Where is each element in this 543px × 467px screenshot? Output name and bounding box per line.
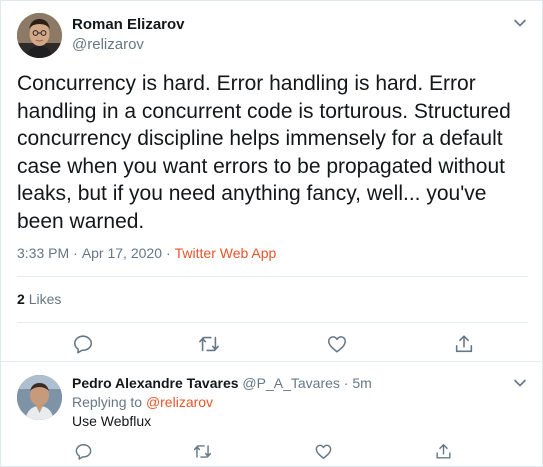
likes-label: Likes bbox=[28, 291, 62, 307]
author-name[interactable]: Roman Elizarov bbox=[72, 16, 185, 33]
replying-prefix: Replying to bbox=[72, 394, 143, 410]
share-icon[interactable] bbox=[450, 330, 478, 358]
author-handle[interactable]: @relizarov bbox=[72, 36, 144, 53]
divider bbox=[17, 322, 528, 323]
reply-separator: · bbox=[343, 375, 349, 391]
tweet-source-link[interactable]: Twitter Web App bbox=[175, 245, 277, 261]
likes-count: 2 bbox=[17, 291, 25, 307]
tweet-date[interactable]: Apr 17, 2020 bbox=[82, 245, 162, 261]
tweet-time[interactable]: 3:33 PM bbox=[17, 245, 69, 261]
meta-separator: · bbox=[73, 245, 78, 261]
tweet-text: Concurrency is hard. Error handling is h… bbox=[17, 72, 511, 233]
likes-stat[interactable]: 2 Likes bbox=[17, 291, 61, 307]
reply-time[interactable]: 5m bbox=[352, 375, 371, 391]
replying-mention-link[interactable]: @relizarov bbox=[146, 394, 213, 410]
meta-separator: · bbox=[165, 245, 171, 261]
chevron-down-icon[interactable] bbox=[511, 14, 529, 32]
retweet-icon[interactable] bbox=[188, 437, 216, 465]
reply-author-name[interactable]: Pedro Alexandre Tavares bbox=[72, 375, 239, 391]
reply-icon[interactable] bbox=[69, 330, 97, 358]
main-tweet: Roman Elizarov @relizarov Concurrency is… bbox=[1, 1, 543, 362]
share-icon[interactable] bbox=[429, 437, 457, 465]
like-icon[interactable] bbox=[323, 330, 351, 358]
reply-icon[interactable] bbox=[69, 437, 97, 465]
reply-author-handle[interactable]: @P_A_Tavares bbox=[242, 375, 339, 391]
reply-author-line: Pedro Alexandre Tavares @P_A_Tavares · 5… bbox=[72, 375, 372, 391]
like-icon[interactable] bbox=[309, 437, 337, 465]
chevron-down-icon[interactable] bbox=[511, 374, 529, 392]
reply-text: Use Webflux bbox=[72, 413, 152, 429]
retweet-icon[interactable] bbox=[195, 330, 223, 358]
author-avatar[interactable] bbox=[17, 13, 62, 58]
reply-author-avatar[interactable] bbox=[17, 375, 62, 420]
replying-to: Replying to @relizarov bbox=[72, 394, 213, 410]
divider bbox=[17, 276, 528, 277]
tweet-thread: Roman Elizarov @relizarov Concurrency is… bbox=[0, 0, 543, 467]
tweet-meta: 3:33 PM · Apr 17, 2020 · Twitter Web App bbox=[17, 245, 276, 261]
